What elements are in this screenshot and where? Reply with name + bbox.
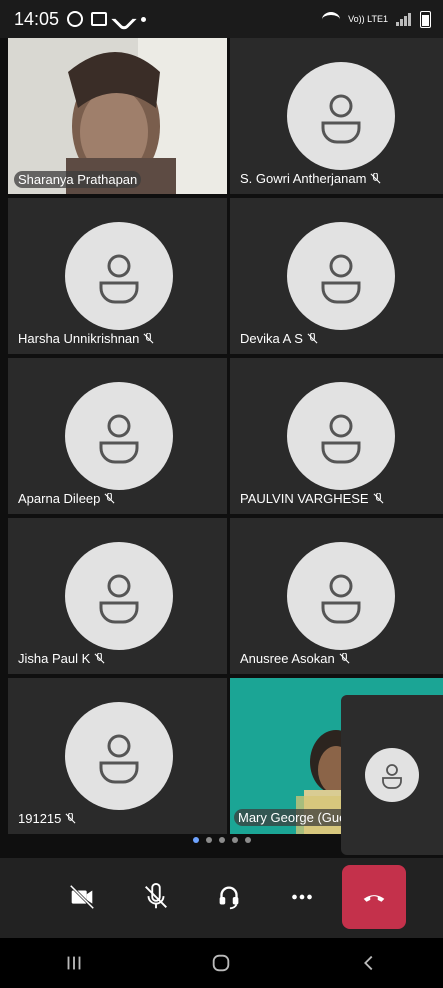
- signal-icon: [396, 12, 412, 26]
- avatar: [287, 382, 395, 490]
- mic-off-icon: [145, 882, 167, 909]
- participant-name-row: Aparna Dileep: [18, 491, 115, 506]
- participant-name: Anusree Asokan: [240, 651, 335, 666]
- participant-tile[interactable]: Sharanya Prathapan: [8, 38, 227, 194]
- participant-name-row: PAULVIN VARGHESE: [240, 491, 384, 506]
- phone-icon: [111, 6, 137, 32]
- participant-name-row: 191215: [18, 811, 76, 826]
- mic-off-icon: [370, 173, 381, 184]
- mic-toggle-button[interactable]: [132, 873, 180, 921]
- participant-name-row: Harsha Unnikrishnan: [18, 331, 154, 346]
- avatar: [65, 542, 173, 650]
- home-button[interactable]: [201, 943, 241, 983]
- page-dot-active[interactable]: [192, 837, 199, 843]
- person-icon: [321, 254, 361, 304]
- avatar: [65, 222, 173, 330]
- gallery-icon: [91, 12, 108, 26]
- participant-tile[interactable]: PAULVIN VARGHESE: [230, 358, 443, 514]
- headset-icon: [219, 886, 239, 910]
- self-preview[interactable]: [341, 695, 443, 855]
- mic-off-icon: [307, 333, 318, 344]
- mic-off-icon: [373, 493, 384, 504]
- avatar: [287, 62, 395, 170]
- participant-tile[interactable]: Jisha Paul K: [8, 518, 227, 674]
- participant-tile[interactable]: Devika A S: [230, 198, 443, 354]
- participant-name-row: Jisha Paul K: [18, 651, 105, 666]
- android-navigation-bar: [0, 938, 443, 988]
- avatar: [65, 382, 173, 490]
- participant-name-row: S. Gowri Antherjanam: [240, 171, 381, 186]
- person-icon: [321, 574, 361, 624]
- self-avatar: [365, 748, 419, 802]
- mic-off-icon: [143, 333, 154, 344]
- person-icon: [99, 414, 139, 464]
- participant-name-row: Devika A S: [240, 331, 318, 346]
- status-left: 14:05: [14, 6, 147, 32]
- page-dot[interactable]: [205, 837, 212, 843]
- mic-off-icon: [65, 813, 76, 824]
- participant-tile[interactable]: S. Gowri Antherjanam: [230, 38, 443, 194]
- recent-apps-icon: [67, 956, 81, 970]
- participant-name: Devika A S: [240, 331, 303, 346]
- notification-dot-icon: [141, 16, 147, 22]
- person-icon: [382, 764, 402, 789]
- participant-name: Sharanya Prathapan: [14, 171, 142, 188]
- participant-name: PAULVIN VARGHESE: [240, 491, 369, 506]
- participant-tile[interactable]: 191215: [8, 678, 227, 834]
- whatsapp-icon: [67, 11, 84, 27]
- end-call-button[interactable]: [342, 865, 406, 929]
- participant-name: Jisha Paul K: [18, 651, 91, 666]
- back-button[interactable]: [349, 943, 389, 983]
- hang-up-icon: [363, 895, 385, 902]
- back-icon: [364, 955, 373, 971]
- mic-off-icon: [94, 653, 105, 664]
- network-label: Vo)) LTE1: [348, 14, 388, 24]
- avatar: [287, 222, 395, 330]
- page-dot[interactable]: [231, 837, 238, 843]
- status-time: 14:05: [14, 8, 60, 29]
- camera-off-icon: [69, 884, 95, 910]
- recent-apps-button[interactable]: [54, 943, 94, 983]
- person-icon: [321, 94, 361, 144]
- battery-icon: [420, 10, 431, 28]
- audio-device-button[interactable]: [205, 873, 253, 921]
- more-options-button[interactable]: [278, 873, 326, 921]
- avatar: [287, 542, 395, 650]
- participant-name: Aparna Dileep: [18, 491, 101, 506]
- more-icon: [292, 894, 312, 900]
- participant-tile[interactable]: Anusree Asokan: [230, 518, 443, 674]
- participant-tile[interactable]: Aparna Dileep: [8, 358, 227, 514]
- participant-tile[interactable]: Harsha Unnikrishnan: [8, 198, 227, 354]
- status-bar: 14:05 Vo)) LTE1: [0, 0, 443, 38]
- page-indicator[interactable]: [0, 832, 443, 848]
- participant-name: 191215: [18, 811, 62, 826]
- page-dot[interactable]: [244, 837, 251, 843]
- participant-name: Harsha Unnikrishnan: [18, 331, 140, 346]
- camera-toggle-button[interactable]: [58, 873, 106, 921]
- avatar: [65, 702, 173, 810]
- page-dot[interactable]: [218, 837, 225, 843]
- person-icon: [99, 734, 139, 784]
- mic-off-icon: [104, 493, 115, 504]
- person-icon: [321, 414, 361, 464]
- participant-name: S. Gowri Antherjanam: [240, 171, 367, 186]
- person-icon: [99, 574, 139, 624]
- status-right: Vo)) LTE1: [322, 10, 431, 28]
- home-icon: [213, 954, 230, 972]
- person-icon: [99, 254, 139, 304]
- participant-name-row: Anusree Asokan: [240, 651, 350, 666]
- mic-off-icon: [339, 653, 350, 664]
- participant-name: Mary George (Gue: [234, 809, 351, 826]
- wifi-icon: [322, 11, 341, 27]
